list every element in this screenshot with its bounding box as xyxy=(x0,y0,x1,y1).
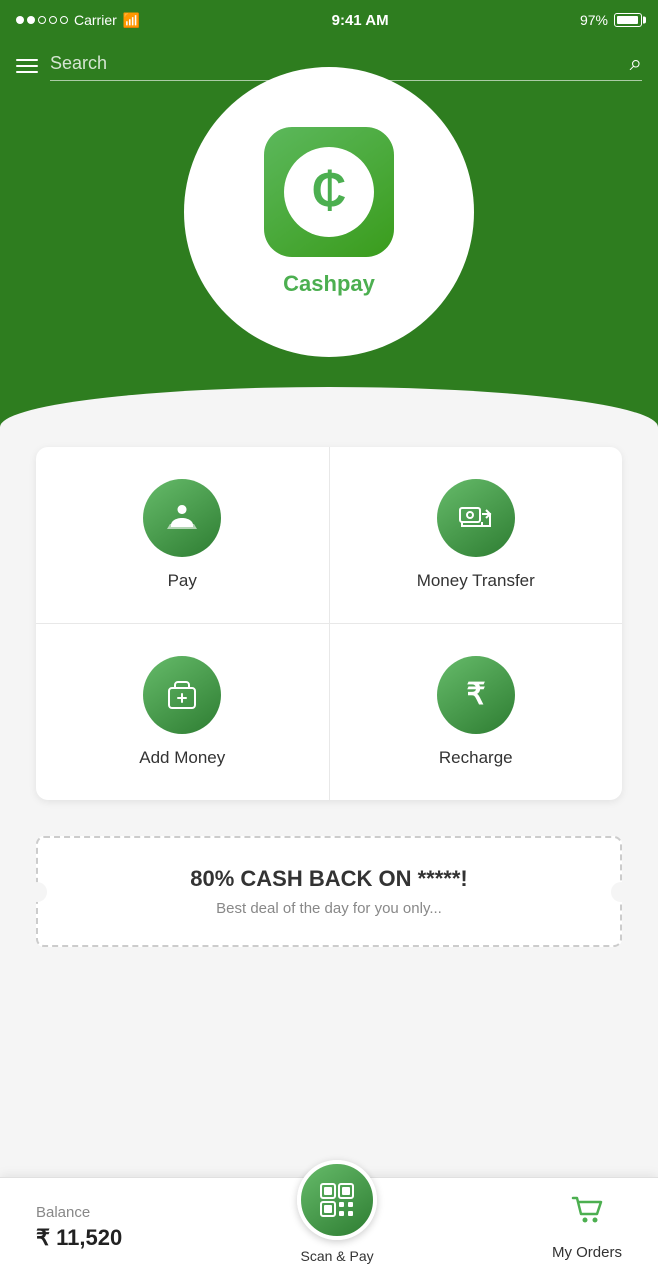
battery-percent: 97% xyxy=(580,12,608,28)
dot4 xyxy=(49,16,57,24)
svg-text:₹: ₹ xyxy=(466,678,485,711)
money-transfer-label: Money Transfer xyxy=(417,571,535,591)
app-logo: ₵ xyxy=(264,127,394,257)
scan-label: Scan & Pay xyxy=(301,1248,374,1264)
recharge-label: Recharge xyxy=(439,748,513,768)
dot1 xyxy=(16,16,24,24)
promo-banner[interactable]: 80% CASH BACK ON *****! Best deal of the… xyxy=(36,836,622,947)
hamburger-line-2 xyxy=(16,65,38,67)
signal-dots xyxy=(16,16,68,24)
grid-row-2: Add Money ₹ Recharge xyxy=(36,624,622,800)
hero-circle: ₵ Cashpay xyxy=(184,67,474,357)
balance-section: Balance ₹ 11,520 xyxy=(36,1204,122,1251)
status-right: 97% xyxy=(580,12,642,28)
add-money-label: Add Money xyxy=(139,748,225,768)
app-logo-letter: ₵ xyxy=(284,147,374,237)
grid-item-pay[interactable]: Pay xyxy=(36,447,330,624)
wifi-icon: 📶 xyxy=(123,12,140,29)
banner-title: 80% CASH BACK ON *****! xyxy=(54,866,604,892)
carrier-label: Carrier xyxy=(74,12,117,28)
banner-subtitle: Best deal of the day for you only... xyxy=(54,900,604,917)
grid-card: Pay Money Transfer xyxy=(36,447,622,800)
scan-circle xyxy=(297,1160,377,1240)
recharge-icon-circle: ₹ xyxy=(437,656,515,734)
pay-label: Pay xyxy=(168,571,197,591)
dot3 xyxy=(38,16,46,24)
money-transfer-icon-circle xyxy=(437,479,515,557)
battery-icon xyxy=(614,13,642,27)
add-money-icon-circle xyxy=(143,656,221,734)
balance-label: Balance xyxy=(36,1204,122,1221)
bottom-spacer xyxy=(0,963,658,1063)
balance-amount: ₹ 11,520 xyxy=(36,1225,122,1251)
grid-row-1: Pay Money Transfer xyxy=(36,447,622,624)
banner-section: 80% CASH BACK ON *****! Best deal of the… xyxy=(0,820,658,963)
app-name: Cashpay xyxy=(283,271,375,297)
bottom-bar: Balance ₹ 11,520 Scan & Pay xyxy=(0,1177,658,1280)
hamburger-line-3 xyxy=(16,71,38,73)
status-bar: Carrier 📶 9:41 AM 97% xyxy=(0,0,658,40)
hamburger-line-1 xyxy=(16,59,38,61)
dot2 xyxy=(27,16,35,24)
status-left: Carrier 📶 xyxy=(16,12,140,29)
clock: 9:41 AM xyxy=(332,12,389,29)
grid-item-recharge[interactable]: ₹ Recharge xyxy=(330,624,623,800)
svg-text:₵: ₵ xyxy=(312,164,347,217)
cart-icon xyxy=(569,1194,605,1238)
hero-section: ₵ Cashpay xyxy=(0,97,658,387)
dot5 xyxy=(60,16,68,24)
grid-item-money-transfer[interactable]: Money Transfer xyxy=(330,447,623,624)
orders-label: My Orders xyxy=(552,1244,622,1261)
grid-section: Pay Money Transfer xyxy=(0,427,658,820)
hero-bottom xyxy=(0,387,658,427)
scan-pay-button[interactable]: Scan & Pay xyxy=(297,1190,377,1264)
my-orders-button[interactable]: My Orders xyxy=(552,1194,622,1261)
pay-icon-circle xyxy=(143,479,221,557)
hamburger-button[interactable] xyxy=(16,59,38,73)
grid-item-add-money[interactable]: Add Money xyxy=(36,624,330,800)
battery-fill xyxy=(617,16,638,24)
search-icon[interactable]: ⌕ xyxy=(630,50,642,76)
